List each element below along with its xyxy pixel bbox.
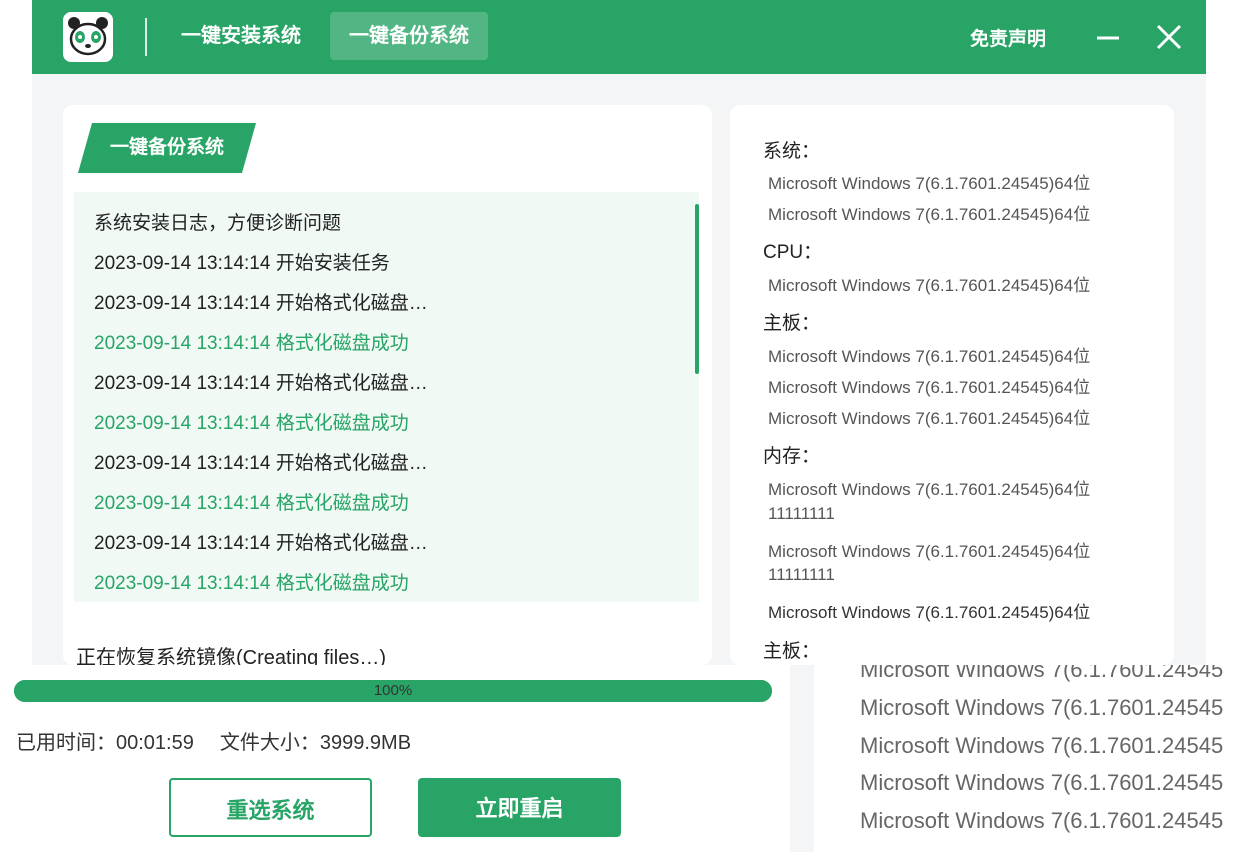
progress-percent: 100%	[373, 682, 413, 699]
list-item: Microsoft Windows 7(6.1.7601.24545	[860, 695, 1224, 720]
restart-now-button[interactable]: 立即重启	[418, 778, 621, 837]
info-value: Microsoft Windows 7(6.1.7601.24545)64位	[768, 205, 1091, 224]
panda-logo-icon	[63, 12, 113, 62]
tab-install-system[interactable]: 一键安装系统	[162, 12, 320, 60]
list-item: Microsoft Windows 7(6.1.7601.24545	[860, 733, 1224, 758]
info-value: Microsoft Windows 7(6.1.7601.24545)64位	[768, 542, 1091, 561]
info-section-title: 主板：	[763, 641, 821, 662]
info-value: Microsoft Windows 7(6.1.7601.24545)64位	[768, 347, 1091, 366]
info-section-title: CPU：	[763, 242, 823, 263]
info-value: Microsoft Windows 7(6.1.7601.24545)64位	[768, 378, 1091, 397]
info-value: Microsoft Windows 7(6.1.7601.24545)64位	[768, 409, 1091, 428]
elapsed-time: 00:01:59	[116, 732, 194, 754]
log-line: 2023-09-14 13:14:14 格式化磁盘成功	[94, 333, 409, 354]
disclaimer-link[interactable]: 免责声明	[970, 24, 1046, 51]
info-value: Microsoft Windows 7(6.1.7601.24545)64位	[768, 174, 1091, 193]
info-value: 11111111	[768, 565, 835, 584]
list-item: Microsoft Windows 7(6.1.7601.24545	[860, 808, 1224, 833]
file-size-label: 文件大小：	[219, 732, 320, 754]
progress-bar: 100%	[14, 680, 772, 702]
tab-backup-system[interactable]: 一键备份系统	[330, 12, 488, 60]
system-list-overlay: Microsoft Windows 7(6.1.7601.24545 Micro…	[814, 665, 1238, 852]
info-section-title: 系统：	[763, 141, 821, 162]
section-badge-label: 一键备份系统	[109, 137, 224, 158]
timing-info: 已用时间：00:01:59 文件大小：3999.9MB	[16, 726, 411, 755]
log-line: 2023-09-14 13:14:14 格式化磁盘成功	[94, 573, 409, 594]
info-section-title: 主板：	[763, 313, 821, 334]
log-line: 2023-09-14 13:14:14 开始安装任务	[94, 253, 390, 274]
list-item: Microsoft Windows 7(6.1.7601.24545	[860, 770, 1224, 795]
title-separator	[145, 18, 147, 56]
reselect-system-button[interactable]: 重选系统	[169, 778, 372, 837]
minimize-icon[interactable]	[1096, 20, 1120, 54]
log-scrollbar[interactable]	[695, 204, 699, 374]
list-item: Microsoft Windows 7(6.1.7601.24545	[860, 665, 1224, 682]
log-line: 2023-09-14 13:14:14 开始格式化磁盘…	[94, 373, 428, 394]
log-line: 2023-09-14 13:14:14 开始格式化磁盘…	[94, 453, 428, 474]
info-value: Microsoft Windows 7(6.1.7601.24545)64位	[768, 276, 1091, 295]
log-header: 系统安装日志，方便诊断问题	[94, 213, 342, 234]
info-value: 11111111	[768, 504, 835, 523]
close-icon[interactable]	[1152, 20, 1186, 54]
info-value: Microsoft Windows 7(6.1.7601.24545)64位	[768, 480, 1091, 499]
log-line: 2023-09-14 13:14:14 格式化磁盘成功	[94, 413, 409, 434]
info-value: Microsoft Windows 7(6.1.7601.24545)64位	[768, 603, 1091, 622]
log-line: 2023-09-14 13:14:14 开始格式化磁盘…	[94, 293, 428, 314]
elapsed-time-label: 已用时间：	[16, 732, 116, 754]
title-bar: 一键安装系统 一键备份系统 免责声明	[32, 0, 1206, 74]
info-section-title: 内存：	[763, 446, 821, 467]
log-line: 2023-09-14 13:14:14 开始格式化磁盘…	[94, 533, 428, 554]
log-line: 2023-09-14 13:14:14 格式化磁盘成功	[94, 493, 409, 514]
file-size: 3999.9MB	[319, 732, 412, 754]
